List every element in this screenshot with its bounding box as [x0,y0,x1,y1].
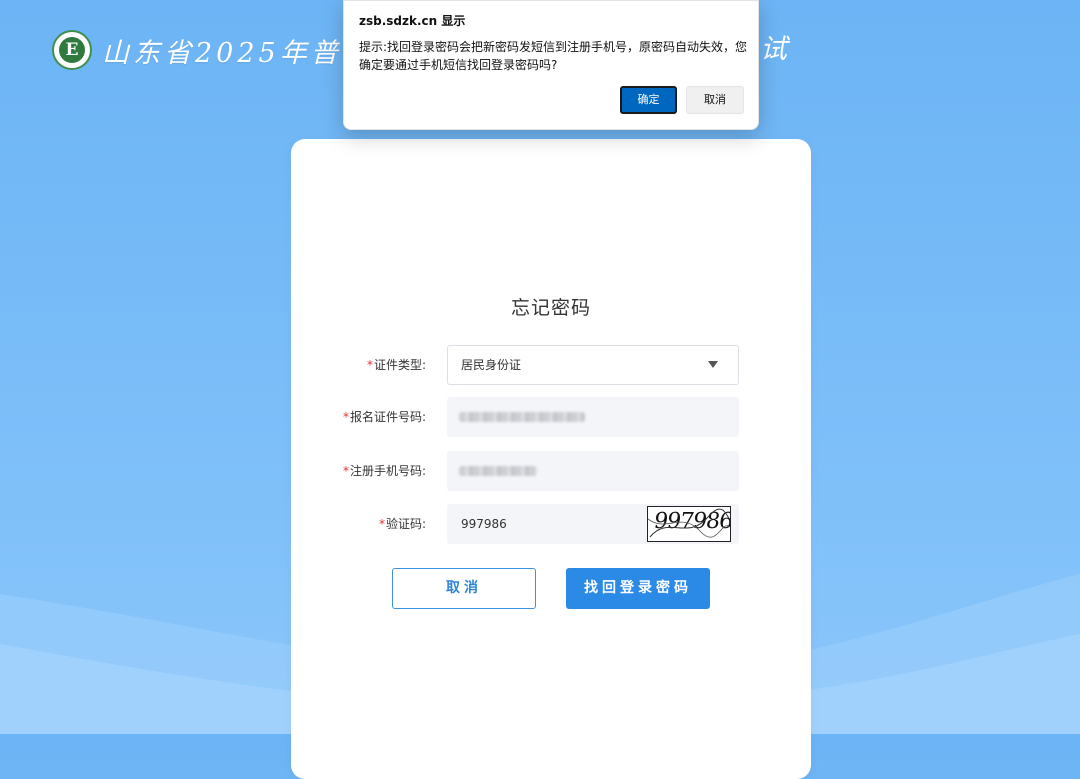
phone-row: *注册手机号码: [291,451,811,491]
captcha-image[interactable]: 997986 [647,506,731,542]
phone-input[interactable] [447,451,739,491]
caret-down-icon [708,361,718,368]
phone-masked-value [459,466,537,476]
required-mark: * [378,517,385,531]
id-number-masked-value [459,412,585,422]
captcha-label: *验证码: [379,504,426,544]
phone-label-text: 注册手机号码: [349,464,426,478]
cancel-button[interactable]: 取消 [392,568,536,609]
forgot-password-card: 忘记密码 *证件类型: 居民身份证 *报名证件号码: *注册手机号码: *验证码… [291,139,811,779]
id-type-label: *证件类型: [367,345,426,385]
id-number-row: *报名证件号码: [291,397,811,437]
site-header: E 山东省2025年普 [52,28,342,72]
dialog-message: 提示:找回登录密码会把新密码发短信到注册手机号，原密码自动失效，您确定要通过手机… [359,40,748,72]
id-number-label: *报名证件号码: [343,397,426,437]
form-title: 忘记密码 [510,297,591,319]
captcha-label-text: 验证码: [385,517,426,531]
captcha-input[interactable]: 997986 997986 [447,504,739,544]
required-mark: * [366,358,373,372]
logo-letter: E [59,37,85,63]
dialog-ok-button[interactable]: 确定 [620,86,677,114]
confirm-dialog: zsb.sdzk.cn 显示 提示:找回登录密码会把新密码发短信到注册手机号，原… [343,0,759,130]
captcha-row: *验证码: 997986 997986 [291,504,811,544]
captcha-input-value: 997986 [461,517,507,531]
site-title: 山东省2025年普 [102,37,342,69]
recover-password-button[interactable]: 找回登录密码 [566,568,710,609]
id-type-value: 居民身份证 [461,358,522,372]
dialog-cancel-button[interactable]: 取消 [686,86,744,114]
captcha-noise [648,508,730,538]
required-mark: * [342,464,349,478]
id-type-row: *证件类型: 居民身份证 [291,345,811,385]
id-number-label-text: 报名证件号码: [349,410,426,424]
required-mark: * [342,410,349,424]
page: { "header": { "title": "山东省2025年普", "tit… [0,0,1080,779]
id-type-label-text: 证件类型: [373,358,426,372]
id-number-input[interactable] [447,397,739,437]
site-title-end: 试 [760,34,787,65]
dialog-title: zsb.sdzk.cn 显示 [359,14,466,28]
phone-label: *注册手机号码: [343,451,426,491]
id-type-select[interactable]: 居民身份证 [447,345,739,385]
logo-icon: E [52,30,92,70]
